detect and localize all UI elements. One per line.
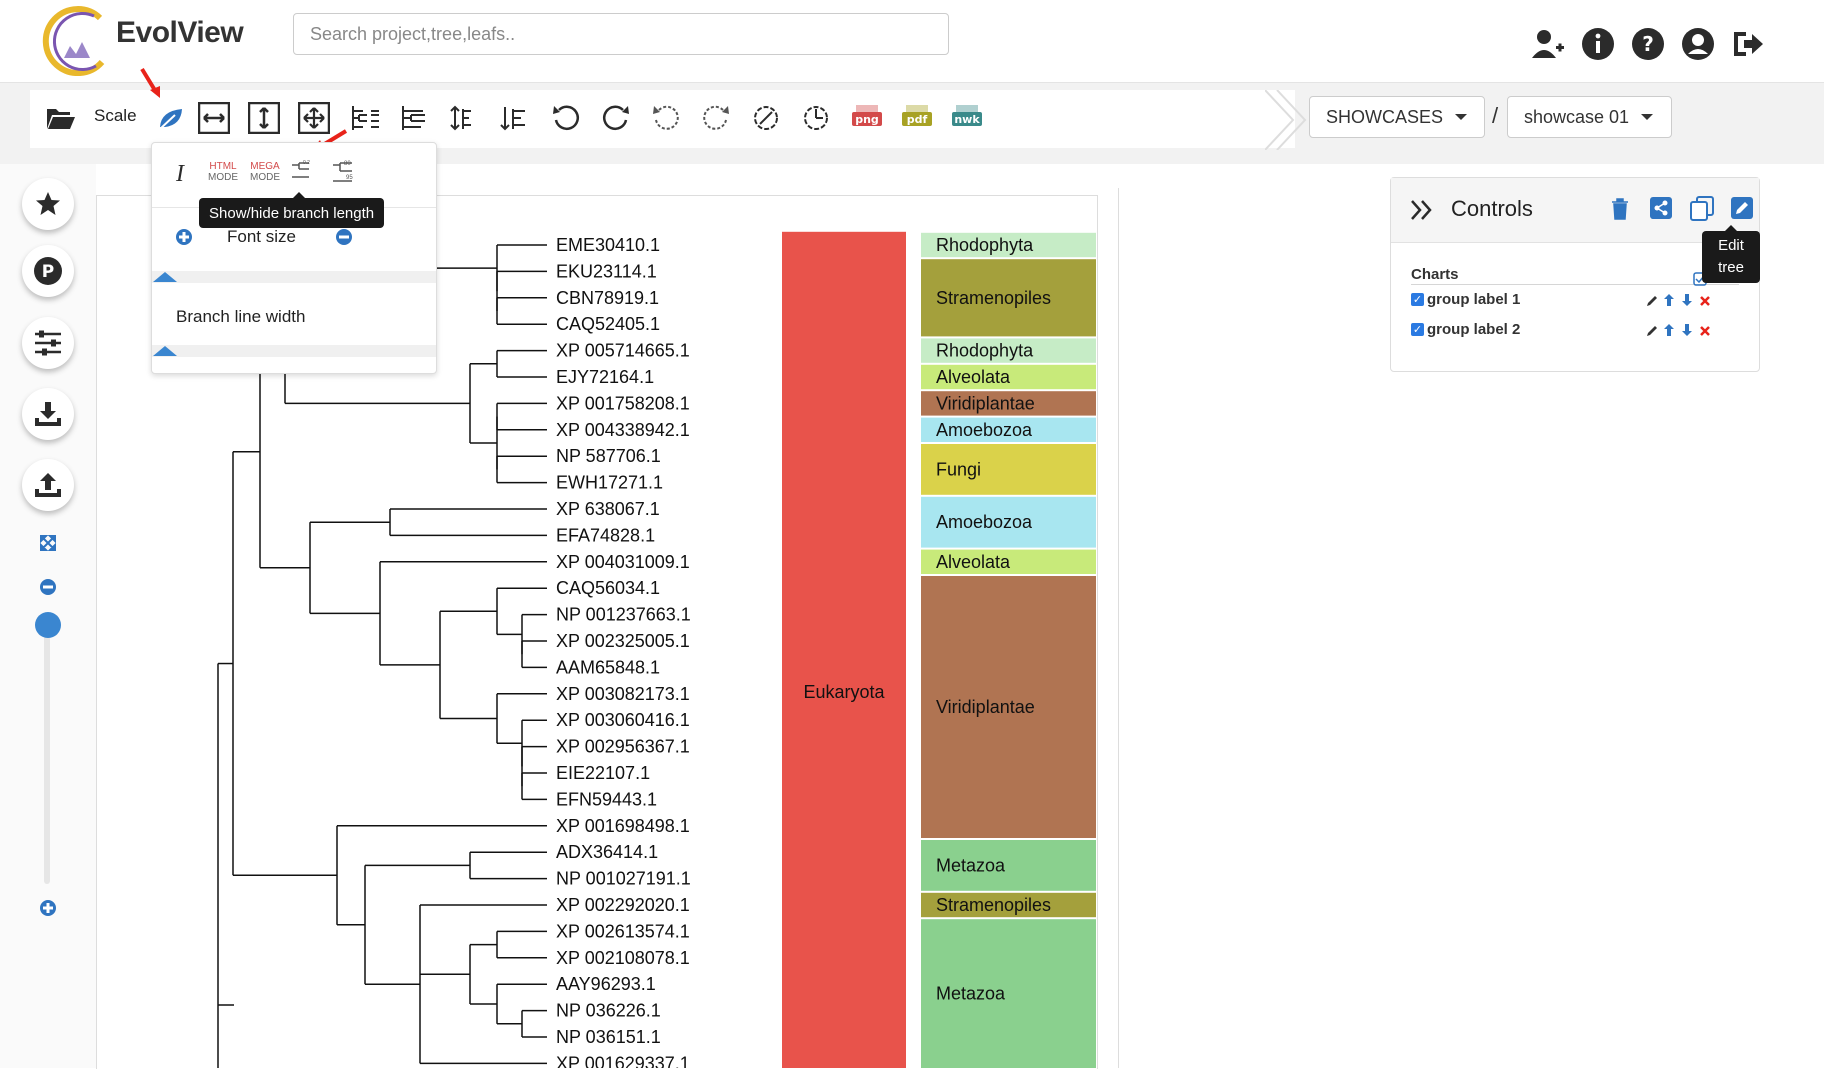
charts-label: Charts: [1411, 266, 1459, 283]
leaf-label[interactable]: XP 002325005.1: [556, 631, 690, 651]
chart-move-up-icon[interactable]: [1663, 323, 1675, 337]
leaf-label[interactable]: CBN78919.1: [556, 288, 659, 308]
font-size-increase-icon[interactable]: [175, 228, 193, 246]
leaf-label[interactable]: EFA74828.1: [556, 525, 655, 545]
leaf-label[interactable]: AAM65848.1: [556, 657, 660, 677]
chart-label: group label 2: [1427, 321, 1521, 338]
group-label: Stramenopiles: [936, 288, 1051, 308]
group-label: Stramenopiles: [936, 895, 1051, 915]
double-chevron-right-icon[interactable]: [1409, 198, 1437, 222]
branch-width-slider-handle[interactable]: [152, 345, 178, 357]
group-label: Viridiplantae: [936, 393, 1035, 413]
leaf-label[interactable]: XP 003060416.1: [556, 710, 690, 730]
group-label: Metazoa: [936, 984, 1006, 1004]
leaf-label[interactable]: XP 003082173.1: [556, 684, 690, 704]
group-label: Fungi: [936, 459, 981, 479]
group-label: Alveolata: [936, 552, 1011, 572]
group-label: Alveolata: [936, 367, 1011, 387]
leaf-label[interactable]: XP 005714665.1: [556, 341, 690, 361]
leaf-label[interactable]: CAQ56034.1: [556, 578, 660, 598]
chart-checkbox[interactable]: ✓: [1411, 323, 1424, 336]
leaf-label[interactable]: NP 001237663.1: [556, 605, 691, 625]
leaf-label[interactable]: ADX36414.1: [556, 842, 658, 862]
leaf-label[interactable]: NP 036151.1: [556, 1027, 661, 1047]
leaf-label[interactable]: XP 001758208.1: [556, 393, 690, 413]
mega-mode-sub: MODE: [250, 172, 280, 183]
leaf-label[interactable]: EKU23114.1: [556, 261, 657, 281]
leaf-label[interactable]: XP 004031009.1: [556, 552, 690, 572]
leaf-label[interactable]: EME30410.1: [556, 235, 660, 255]
trash-icon[interactable]: [1609, 197, 1631, 221]
leaf-label[interactable]: NP 036226.1: [556, 1001, 661, 1021]
group-label: Viridiplantae: [936, 697, 1035, 717]
leaf-label[interactable]: AAY96293.1: [556, 974, 656, 994]
leaf-label[interactable]: XP 002108078.1: [556, 948, 690, 968]
leaf-label[interactable]: EWH17271.1: [556, 473, 663, 493]
group-label: Rhodophyta: [936, 341, 1034, 361]
html-mode-button[interactable]: HTML MODE: [206, 161, 240, 183]
chart-edit-icon[interactable]: [1645, 294, 1659, 308]
branch-length-tooltip: Show/hide branch length: [199, 192, 385, 228]
leaf-label[interactable]: EIE22107.1: [556, 763, 650, 783]
leaf-label[interactable]: XP 638067.1: [556, 499, 660, 519]
font-size-label: Font size: [227, 227, 296, 246]
group-label: Rhodophyta: [936, 235, 1034, 255]
font-size-slider[interactable]: [152, 271, 436, 283]
share-icon[interactable]: [1649, 196, 1673, 220]
leaf-label[interactable]: XP 004338942.1: [556, 420, 690, 440]
group-label: Amoebozoa: [936, 512, 1033, 532]
group-label: Amoebozoa: [936, 420, 1033, 440]
branch-width-slider[interactable]: [152, 345, 436, 357]
controls-title: Controls: [1451, 196, 1533, 221]
leaf-label[interactable]: XP 002613574.1: [556, 921, 690, 941]
leaf-label[interactable]: EFN59443.1: [556, 789, 657, 809]
leaf-label[interactable]: NP 587706.1: [556, 446, 661, 466]
bootstrap-toggle-icon[interactable]: 80 95: [330, 159, 358, 187]
leaf-label[interactable]: CAQ52405.1: [556, 314, 660, 334]
mega-mode-button[interactable]: MEGA MODE: [248, 161, 282, 183]
leaf-label[interactable]: EJY72164.1: [556, 367, 654, 387]
chart-edit-icon[interactable]: [1645, 324, 1659, 338]
edit-tree-tooltip: Edit tree: [1702, 225, 1760, 283]
leaf-label[interactable]: XP 001629337.1: [556, 1053, 690, 1068]
svg-text:80: 80: [344, 161, 351, 167]
branch-length-toggle-icon[interactable]: 0.2: [289, 159, 313, 183]
italic-toggle[interactable]: I: [176, 161, 184, 188]
copy-icon[interactable]: [1688, 194, 1716, 222]
branch-line-width-label: Branch line width: [176, 307, 306, 326]
domain-label: Eukaryota: [803, 682, 885, 702]
chart-checkbox[interactable]: ✓: [1411, 293, 1424, 306]
chart-row: ✓ group label 2: [1411, 318, 1741, 342]
html-mode-sub: MODE: [208, 172, 238, 183]
chart-move-down-icon[interactable]: [1681, 293, 1693, 307]
leaf-options-popup: I HTML MODE MEGA MODE 0.2 80 95 Font size…: [151, 142, 437, 374]
chart-delete-icon[interactable]: [1699, 325, 1711, 337]
html-mode-label: HTML: [209, 161, 237, 172]
domain-strip[interactable]: [782, 231, 906, 1068]
chart-move-down-icon[interactable]: [1681, 323, 1693, 337]
font-size-decrease-icon[interactable]: [335, 228, 353, 246]
svg-text:95: 95: [346, 175, 353, 181]
chart-move-up-icon[interactable]: [1663, 293, 1675, 307]
edit-tree-tooltip-line1: Edit: [1718, 237, 1744, 254]
leaf-label[interactable]: NP 001027191.1: [556, 869, 691, 889]
mega-mode-label: MEGA: [250, 161, 280, 172]
leaf-label[interactable]: XP 001698498.1: [556, 816, 690, 836]
font-size-slider-handle[interactable]: [152, 271, 178, 283]
chart-delete-icon[interactable]: [1699, 295, 1711, 307]
chart-row: ✓ group label 1: [1411, 288, 1741, 312]
leaf-label[interactable]: XP 002292020.1: [556, 895, 690, 915]
edit-tree-tooltip-line2: tree: [1718, 259, 1744, 276]
group-label: Metazoa: [936, 855, 1006, 875]
leaf-label[interactable]: XP 002956367.1: [556, 737, 690, 757]
edit-tree-icon[interactable]: [1730, 196, 1754, 220]
chart-label: group label 1: [1427, 291, 1521, 308]
svg-text:0.2: 0.2: [303, 160, 310, 166]
